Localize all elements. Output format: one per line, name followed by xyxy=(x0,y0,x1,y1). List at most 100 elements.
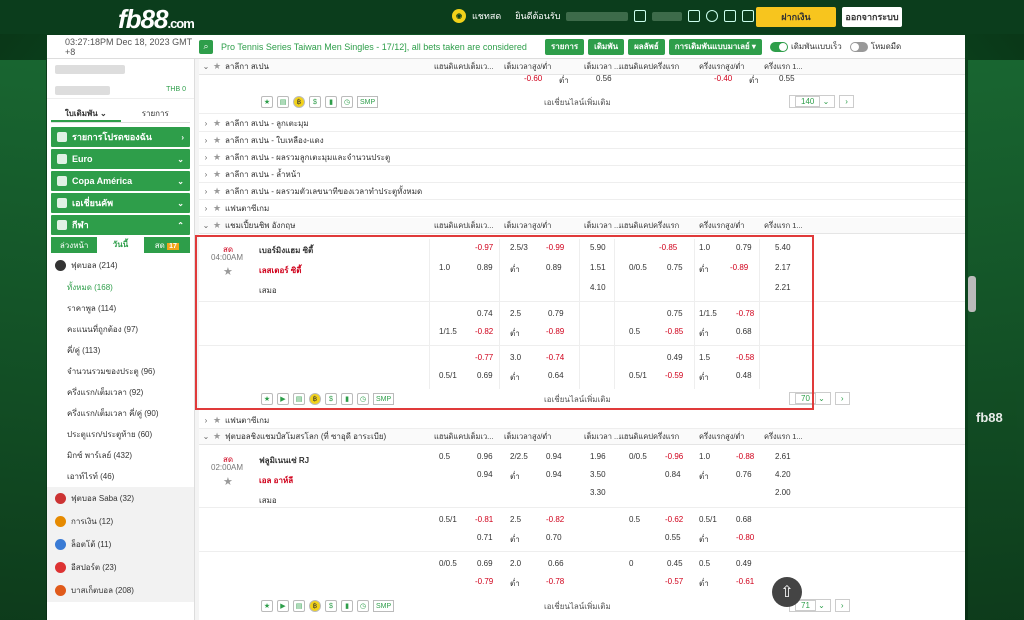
odds-cell[interactable]: -0.97 xyxy=(475,243,493,252)
odds-cell[interactable]: 0.5/1 xyxy=(439,371,457,380)
odds-cell[interactable]: ต่ำ xyxy=(510,470,520,483)
odds-cell[interactable]: 0.74 xyxy=(477,309,493,318)
odds-cell[interactable]: -0.58 xyxy=(736,353,754,362)
tab-list[interactable]: รายการ xyxy=(121,105,191,122)
stats-icon[interactable]: ▤ xyxy=(293,393,305,405)
odds-cell[interactable]: 3.0 xyxy=(510,353,521,362)
odds-cell[interactable]: -0.88 xyxy=(736,452,754,461)
league-row[interactable]: › ★ แฟนตาซีเกม xyxy=(199,412,965,429)
odds-cell[interactable]: -0.89 xyxy=(546,327,564,336)
accordion-sports[interactable]: กีฬา ⌃ xyxy=(51,215,190,235)
odds-cell[interactable]: 0.5/1 xyxy=(629,371,647,380)
logo[interactable]: fb88.com xyxy=(118,4,195,35)
odds-cell[interactable]: -0.85 xyxy=(659,243,677,252)
sidebar-market-item[interactable]: ราคาพูล (114) xyxy=(47,298,194,319)
away-team[interactable]: เอล อาห์ลี xyxy=(259,474,293,487)
odds-cell[interactable]: -0.74 xyxy=(546,353,564,362)
wallet-icon[interactable] xyxy=(634,10,647,22)
odds-cell[interactable]: 1/1.5 xyxy=(439,327,457,336)
star-icon[interactable]: ★ xyxy=(213,135,225,146)
odds-cell[interactable]: -0.89 xyxy=(730,263,748,272)
odds-cell[interactable]: 0.55 xyxy=(779,74,795,83)
chevron-down-icon[interactable]: ⌄ xyxy=(199,221,213,230)
accordion-euro[interactable]: Euro ⌄ xyxy=(51,149,190,169)
league-row[interactable]: › ★ แฟนตาซีเกม xyxy=(199,200,965,217)
accordion-asiancup[interactable]: เอเชี่ยนคัพ ⌄ xyxy=(51,193,190,213)
odds-cell[interactable]: ต่ำ xyxy=(510,371,520,384)
next-arrow-button[interactable]: › xyxy=(834,392,850,405)
star-icon[interactable]: ★ xyxy=(261,600,273,612)
dollar-icon[interactable]: $ xyxy=(309,96,321,108)
odds-cell[interactable]: 1.51 xyxy=(590,263,606,272)
sidebar-market-item[interactable]: ครึ่งแรก/เต็มเวลา คี่/คู่ (90) xyxy=(47,403,194,424)
odds-cell[interactable]: 0.5/1 xyxy=(439,515,457,524)
odds-cell[interactable]: 4.10 xyxy=(590,283,606,292)
tab-today[interactable]: วันนี้ xyxy=(97,237,144,253)
chevron-right-icon[interactable]: › xyxy=(199,170,213,179)
league-row[interactable]: › ★ ลาลีกา สเปน - ลูกเตะมุม xyxy=(199,115,965,132)
odds-cell[interactable]: -0.78 xyxy=(546,577,564,586)
coin-icon[interactable]: ฿ xyxy=(309,600,321,612)
odds-cell[interactable]: ต่ำ xyxy=(510,327,520,340)
chat-icon[interactable]: ◉ xyxy=(452,9,466,23)
odds-cell[interactable]: -0.82 xyxy=(546,515,564,524)
league-row[interactable]: › ★ ลาลีกา สเปน - ล้ำหน้า xyxy=(199,166,965,183)
odds-cell[interactable]: 2.61 xyxy=(775,452,791,461)
odds-cell[interactable]: 3.30 xyxy=(590,488,606,497)
odds-cell[interactable]: 1.96 xyxy=(590,452,606,461)
league-header-epl[interactable]: ⌄ ★ แชมเปี้ยนชิพ อังกฤษ แฮนดิแคปเต็มเว... เต… xyxy=(199,218,965,234)
chevron-down-icon[interactable]: ⌄ xyxy=(199,432,213,441)
odds-cell[interactable]: 1.5 xyxy=(699,353,710,362)
odds-cell[interactable]: 0.68 xyxy=(736,327,752,336)
odds-cell[interactable]: 1.0 xyxy=(699,243,710,252)
odds-cell[interactable]: -0.40 xyxy=(714,74,732,83)
soccer-icon[interactable] xyxy=(742,10,755,22)
odds-cell[interactable]: -0.81 xyxy=(475,515,493,524)
home-team[interactable]: ฟลูมิเนนเซ่ RJ xyxy=(259,454,309,467)
bets-button[interactable]: เดิมพัน xyxy=(588,38,625,55)
odds-cell[interactable]: 0.79 xyxy=(548,309,564,318)
odds-cell[interactable]: 5.40 xyxy=(775,243,791,252)
clock-icon[interactable]: ◷ xyxy=(341,96,353,108)
league-row[interactable]: › ★ ลาลีกา สเปน - ผลรวมลูกเตะมุมและจำนวนปร… xyxy=(199,149,965,166)
clock-icon[interactable]: ◷ xyxy=(357,393,369,405)
next-arrow-button[interactable]: › xyxy=(839,95,854,108)
odds-cell[interactable]: 0.94 xyxy=(546,452,562,461)
sidebar-market-item[interactable]: ครึ่งแรก/เต็มเวลา (92) xyxy=(47,382,194,403)
odds-cell[interactable]: 2.5 xyxy=(510,515,521,524)
chevron-right-icon[interactable]: › xyxy=(199,119,213,128)
search-icon[interactable]: ⌕ xyxy=(199,39,213,54)
sidebar-market-item[interactable]: จำนวนรวมของประตู (96) xyxy=(47,361,194,382)
quick-bet-toggle[interactable] xyxy=(769,41,788,52)
odds-cell[interactable]: 2.5 xyxy=(510,309,521,318)
next-arrow-button[interactable]: › xyxy=(834,599,850,612)
odds-cell[interactable]: 2.0 xyxy=(510,559,521,568)
star-icon[interactable]: ★ xyxy=(213,415,225,426)
odds-cell[interactable]: ต่ำ xyxy=(699,577,709,590)
scroll-top-button[interactable]: ⇧ xyxy=(772,577,802,607)
coin-icon[interactable]: ฿ xyxy=(309,393,321,405)
odds-cell[interactable]: ต่ำ xyxy=(559,74,569,87)
smp-button[interactable]: SMP xyxy=(373,393,395,405)
odds-cell[interactable]: 0.64 xyxy=(548,371,564,380)
odds-cell[interactable]: 0.49 xyxy=(736,559,752,568)
chart-icon[interactable]: ▮ xyxy=(341,393,353,405)
list-button[interactable]: รายการ xyxy=(545,38,585,55)
chevron-right-icon[interactable]: › xyxy=(199,136,213,145)
odds-cell[interactable]: 2.21 xyxy=(775,283,791,292)
play-icon[interactable]: ▶ xyxy=(277,393,289,405)
odds-type-dropdown[interactable]: การเดิมพันแบบมาเลย์ ▾ xyxy=(668,38,762,55)
odds-cell[interactable]: ต่ำ xyxy=(510,533,520,546)
odds-cell[interactable]: 0.70 xyxy=(546,533,562,542)
chevron-right-icon[interactable]: › xyxy=(199,204,213,213)
odds-cell[interactable]: 0.71 xyxy=(477,533,493,542)
odds-cell[interactable]: 0.5 xyxy=(699,559,710,568)
sidebar-market-item[interactable]: คี่/คู่ (113) xyxy=(47,340,194,361)
more-asian-lines-link[interactable]: เอเชี่ยนไลน์เพิ่มเติม xyxy=(544,96,611,109)
favorite-star-icon[interactable]: ★ xyxy=(223,265,233,278)
odds-cell[interactable]: -0.60 xyxy=(524,74,542,83)
stats-icon[interactable]: ▤ xyxy=(293,600,305,612)
odds-cell[interactable]: 1.0 xyxy=(699,452,710,461)
odds-cell[interactable]: ต่ำ xyxy=(510,263,520,276)
play-icon[interactable]: ▶ xyxy=(277,600,289,612)
